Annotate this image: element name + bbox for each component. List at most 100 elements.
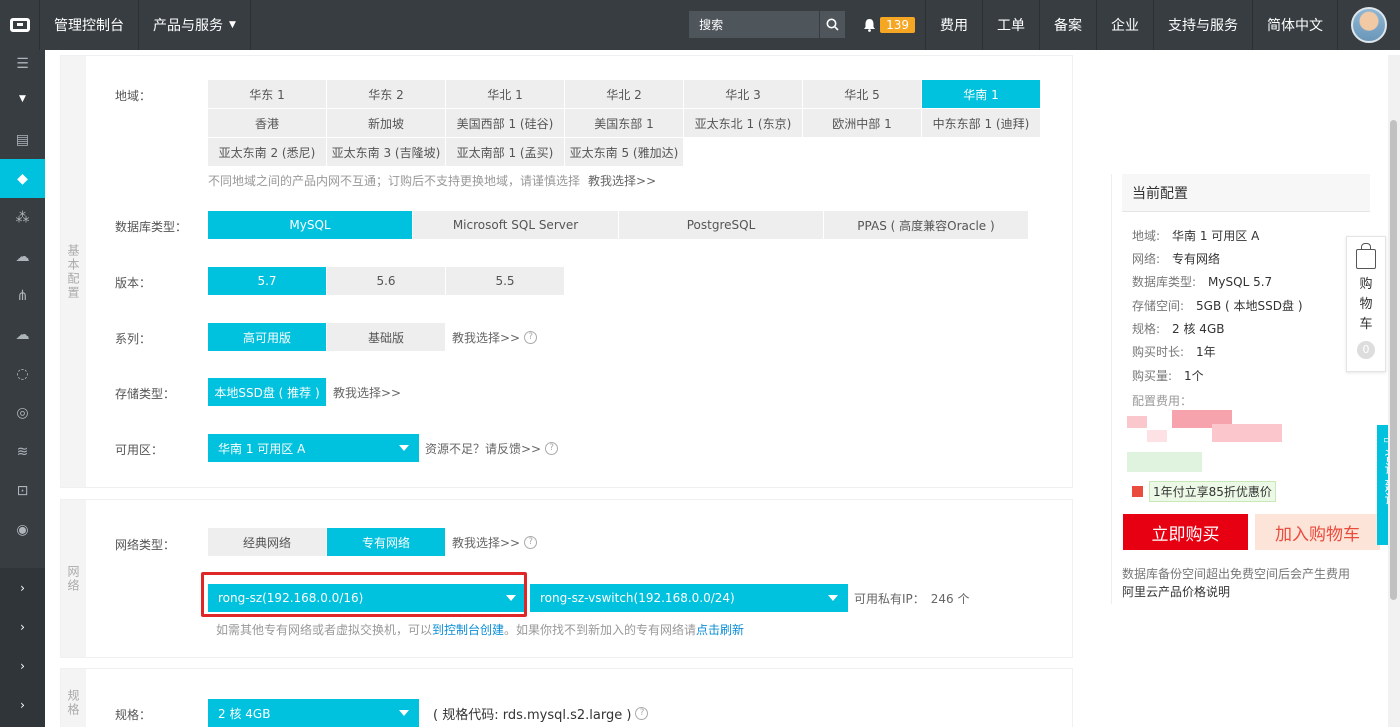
help-icon[interactable]: ? — [524, 536, 538, 549]
sidebar-item-network[interactable]: ⁂ — [0, 198, 45, 237]
version-option-selected[interactable]: 5.7 — [208, 267, 326, 295]
teach-me-link[interactable]: 教我选择>> — [452, 534, 520, 551]
teach-me-link[interactable]: 教我选择>> — [333, 384, 401, 401]
sidebar-item-cloud-upload[interactable]: ☁ — [0, 315, 45, 354]
price-info-link[interactable]: 阿里云产品价格说明 — [1122, 583, 1230, 600]
fee-label: 配置费用： — [1132, 394, 1193, 408]
teach-me-link[interactable]: 教我选择>> — [452, 329, 520, 346]
sidebar-expand-4[interactable]: › — [0, 685, 45, 724]
region-option[interactable]: 华北 2 — [565, 80, 683, 108]
support-link[interactable]: 支持与服务 — [1154, 0, 1253, 50]
region-option[interactable]: 亚太东南 3 (吉隆坡) — [327, 138, 445, 166]
series-option[interactable]: 基础版 — [327, 323, 445, 351]
region-option[interactable]: 中东东部 1 (迪拜) — [922, 109, 1040, 137]
create-in-console-link[interactable]: 到控制台创建 — [432, 621, 504, 638]
notification-button[interactable]: 139 — [853, 0, 926, 50]
sidebar-expand-1[interactable]: › — [0, 568, 45, 607]
sidebar-item-eye[interactable]: ◉ — [0, 510, 45, 549]
refresh-link[interactable]: 点击刷新 — [696, 621, 744, 638]
sidebar-item-cloud[interactable]: ☁ — [0, 237, 45, 276]
region-option[interactable]: 亚太东北 1 (东京) — [684, 109, 802, 137]
db-type-option[interactable]: Microsoft SQL Server — [413, 211, 618, 239]
region-option[interactable]: 华北 3 — [684, 80, 802, 108]
vpc-note: 如需其他专有网络或者虚拟交换机，可以 到控制台创建 。如果你找不到新加入的专有网… — [216, 621, 744, 638]
teach-me-link[interactable]: 教我选择>> — [588, 172, 656, 189]
region-option[interactable]: 华东 1 — [208, 80, 326, 108]
search-input[interactable]: 搜索 — [689, 16, 819, 33]
console-link[interactable]: 管理控制台 — [40, 0, 139, 50]
region-option[interactable]: 亚太南部 1 (孟买) — [446, 138, 564, 166]
region-option[interactable]: 美国西部 1 (硅谷) — [446, 109, 564, 137]
sidebar-expand-3[interactable]: › — [0, 646, 45, 685]
version-option[interactable]: 5.5 — [446, 267, 564, 295]
cart-label: 购物车 — [1359, 277, 1373, 332]
spec-select[interactable]: 2 核 4GB — [208, 699, 419, 727]
db-type-option-selected[interactable]: MySQL — [208, 211, 412, 239]
series-option-selected[interactable]: 高可用版 — [208, 323, 326, 351]
region-hint-row: 不同地域之间的产品内网不互通；订购后不支持更换地域，请谨慎选择 教我选择>> — [208, 172, 656, 189]
region-option[interactable]: 亚太东南 2 (悉尼) — [208, 138, 326, 166]
storage-option-selected[interactable]: 本地SSD盘 ( 推荐 ) — [208, 378, 326, 406]
db-type-option[interactable]: PostgreSQL — [619, 211, 823, 239]
sidebar-item-server[interactable]: ▤ — [0, 120, 45, 159]
spec-row: 2 核 4GB ( 规格代码: rds.mysql.s2.large ) ? — [208, 699, 649, 727]
summary-line: 地域: 华南 1 可用区 A — [1132, 229, 1260, 243]
tickets-link[interactable]: 工单 — [983, 0, 1040, 50]
buy-now-button[interactable]: 立即购买 — [1123, 514, 1248, 550]
sidebar-item-chip[interactable]: ⊡ — [0, 471, 45, 510]
scrollbar-thumb[interactable] — [1390, 120, 1397, 600]
target-icon: ◎ — [16, 404, 29, 421]
region-option[interactable]: 香港 — [208, 109, 326, 137]
region-option[interactable]: 新加坡 — [327, 109, 445, 137]
scrollbar[interactable] — [1388, 55, 1400, 727]
zone-feedback-link[interactable]: 资源不足？请反馈>> — [425, 440, 541, 457]
vswitch-select[interactable]: rong-sz-vswitch(192.168.0.0/24) — [530, 584, 848, 612]
region-option[interactable]: 欧洲中部 1 — [803, 109, 921, 137]
zone-select[interactable]: 华南 1 可用区 A — [208, 434, 419, 462]
basic-config-tab: 基本配置 — [61, 56, 86, 487]
user-menu[interactable] — [1338, 0, 1400, 50]
region-option-selected[interactable]: 华南 1 — [922, 80, 1040, 108]
sidebar-item-topology[interactable]: ⋔ — [0, 276, 45, 315]
add-to-cart-button[interactable]: 加入购物车 — [1255, 514, 1380, 550]
search-button[interactable] — [819, 11, 845, 38]
enterprise-link[interactable]: 企业 — [1097, 0, 1154, 50]
sidebar-item-database[interactable]: ◆ — [0, 159, 45, 198]
sidebar-item-cloud-outline[interactable]: ◌ — [0, 354, 45, 393]
products-menu[interactable]: 产品与服务 ▼ — [139, 0, 251, 50]
network-panel: 网络 网络类型： 经典网络 专有网络 教我选择>> ? rong-sz(192.… — [60, 499, 1073, 658]
chevron-right-icon: › — [20, 619, 25, 634]
sidebar-collapse[interactable]: ▼ — [0, 78, 45, 120]
sidebar-item-layers[interactable]: ≋ — [0, 432, 45, 471]
aliyun-logo[interactable] — [0, 0, 40, 50]
region-option[interactable]: 亚太东南 5 (雅加达) — [565, 138, 683, 166]
sidebar-expand-2[interactable]: › — [0, 607, 45, 646]
region-option[interactable]: 华东 2 — [327, 80, 445, 108]
menu-toggle[interactable]: ☰ — [0, 50, 45, 78]
language-link[interactable]: 简体中文 — [1253, 0, 1338, 50]
sidebar-item-target[interactable]: ◎ — [0, 393, 45, 432]
spec-panel: 规格 规格： 2 核 4GB ( 规格代码: rds.mysql.s2.larg… — [60, 668, 1073, 727]
help-icon[interactable]: ? — [524, 331, 538, 344]
cloud-icon: ☁ — [15, 248, 30, 265]
cloud-outline-icon: ◌ — [16, 365, 29, 382]
region-option[interactable]: 华北 5 — [803, 80, 921, 108]
help-icon[interactable]: ? — [635, 706, 649, 720]
cart-count: 0 — [1357, 341, 1375, 359]
current-config-title: 当前配置 — [1122, 174, 1370, 212]
icp-link[interactable]: 备案 — [1040, 0, 1097, 50]
region-option[interactable]: 华北 1 — [446, 80, 564, 108]
gift-icon — [1132, 486, 1143, 497]
db-type-row: MySQL Microsoft SQL Server PostgreSQL PP… — [208, 211, 1029, 240]
sidebar-bottom: › › › › — [0, 568, 45, 727]
help-icon[interactable]: ? — [545, 441, 559, 455]
version-option[interactable]: 5.6 — [327, 267, 445, 295]
shopping-cart-widget[interactable]: 购物车 0 — [1346, 236, 1386, 372]
region-option[interactable]: 美国东部 1 — [565, 109, 683, 137]
fees-link[interactable]: 费用 — [926, 0, 983, 50]
net-type-label: 网络类型： — [115, 538, 176, 552]
net-type-option[interactable]: 经典网络 — [208, 528, 326, 556]
search-box[interactable]: 搜索 — [689, 11, 846, 38]
net-type-option-selected[interactable]: 专有网络 — [327, 528, 445, 556]
db-type-option[interactable]: PPAS ( 高度兼容Oracle ) — [824, 211, 1028, 239]
